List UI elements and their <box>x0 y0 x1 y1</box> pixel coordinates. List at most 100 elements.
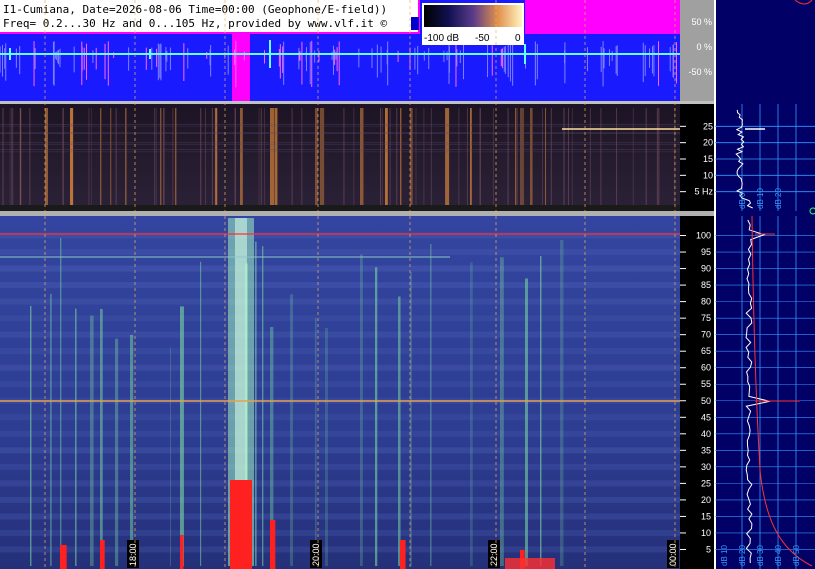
waveform-panel: I1-Cumiana, Date=2026-08-06 Time=00:00 (… <box>0 0 715 101</box>
elf-streak <box>315 108 318 205</box>
colorbar-label-max: 0 <box>515 33 521 44</box>
elf-streak-faint <box>632 108 634 205</box>
time-label: 22:00 <box>489 543 499 566</box>
elf-streak-faint <box>115 108 117 205</box>
vlf-streak <box>325 327 329 566</box>
elf-streak-faint <box>563 108 565 205</box>
elf-streak-faint <box>11 108 13 205</box>
elf-streak-faint <box>645 108 647 205</box>
vlf-streak <box>50 293 52 566</box>
vlf-ytick-label: 40 <box>701 429 711 439</box>
elf-streak-faint <box>430 108 432 205</box>
elf-streak <box>530 108 533 205</box>
time-label: 20:00 <box>311 543 321 566</box>
vlf-band <box>0 249 680 256</box>
panel-separator <box>0 211 715 216</box>
elf-streak <box>545 108 547 205</box>
side-panels: dB 0 dB 10 dB 20 dB 10 dB 20 dB 30 dB 40 dB 50 <box>714 0 815 569</box>
elf-streak <box>320 108 325 205</box>
time-label: 00:00 <box>668 543 678 566</box>
vlf-red-burst <box>180 535 184 569</box>
elf-bottom-strip <box>0 205 680 211</box>
elf-streak-faint <box>445 108 447 205</box>
vlf-streak <box>540 256 542 566</box>
elf-ytick-label: 25 <box>703 121 713 131</box>
vlf-streak <box>180 306 184 566</box>
vlf-streak <box>398 296 401 566</box>
elf-streak-faint <box>260 108 262 205</box>
vlf-ytick-label: 55 <box>701 379 711 389</box>
elf-streak-faint <box>163 108 165 205</box>
vlf-streak <box>360 254 363 567</box>
vlf-red-burst <box>230 480 252 569</box>
waveform-ytick-label: 50 % <box>691 17 712 27</box>
elf-streak-faint <box>343 108 345 205</box>
colorbar <box>424 5 522 27</box>
elf-streak-faint <box>389 108 391 205</box>
elf-streak-faint <box>19 108 21 205</box>
elf-streak-faint <box>571 108 573 205</box>
colorbar-label-mid: -50 <box>475 33 490 44</box>
elf-streak <box>385 108 388 205</box>
elf-streak-faint <box>550 108 552 205</box>
elf-streak-faint <box>12 108 14 205</box>
vlf-ytick-label: 30 <box>701 462 711 472</box>
elf-streak-faint <box>258 108 260 205</box>
elf-streak-faint <box>415 108 417 205</box>
elf-streak-faint <box>466 108 468 205</box>
vlf-red-burst <box>60 545 67 569</box>
elf-ytick-label: 15 <box>703 154 713 164</box>
elf-streak <box>175 108 177 205</box>
header-line-1: I1-Cumiana, Date=2026-08-06 Time=00:00 (… <box>3 3 387 16</box>
elf-streak <box>125 108 127 205</box>
vlf-streak <box>410 272 412 566</box>
vlf-red-burst <box>100 540 105 569</box>
vlf-streak <box>170 347 172 566</box>
vlf-side-xlabel: dB 30 <box>756 545 765 566</box>
vlf-streak <box>75 308 77 566</box>
elf-streak-faint <box>263 108 265 205</box>
vlf-ytick-label: 90 <box>701 264 711 274</box>
vlf-ytick-label: 70 <box>701 330 711 340</box>
elf-streak <box>515 108 517 205</box>
elf-streak-faint <box>423 108 425 205</box>
vlf-streak <box>130 334 134 566</box>
elf-streak-faint <box>29 108 31 205</box>
elf-streak-faint <box>520 108 522 205</box>
elf-streak-faint <box>507 108 509 205</box>
vlf-streak <box>100 308 103 566</box>
elf-streak-faint <box>234 108 236 205</box>
elf-streak <box>400 108 402 205</box>
vlf-ytick-label: 60 <box>701 363 711 373</box>
elf-streak-faint <box>658 108 660 205</box>
elf-streak-faint <box>62 108 64 205</box>
elf-streak-faint <box>205 108 207 205</box>
vlf-streak <box>470 262 473 566</box>
vlf-ytick-label: 20 <box>701 495 711 505</box>
elf-streak-faint <box>291 108 293 205</box>
vlf-streak <box>500 257 504 566</box>
vlf-ytick-label: 15 <box>701 511 711 521</box>
elf-streak-faint <box>9 108 11 205</box>
vlf-streak <box>430 244 432 566</box>
elf-streak-faint <box>458 108 460 205</box>
elf-side-xlabel: dB 0 <box>738 192 747 209</box>
vlf-streak <box>290 294 294 566</box>
vlf-side-xlabel: dB 20 <box>738 545 747 566</box>
elf-streak-faint <box>479 108 481 205</box>
elf-streak <box>520 108 525 205</box>
elf-streak-faint <box>172 108 174 205</box>
header-line-2: Freq= 0.2...30 Hz and 0...105 Hz, provid… <box>3 17 387 30</box>
vlf-side-xlabel: dB 50 <box>792 545 801 566</box>
panel-separator <box>0 101 715 104</box>
vlf-ytick-label: 75 <box>701 313 711 323</box>
elf-streak-faint <box>214 108 216 205</box>
vlf-streak <box>200 261 202 566</box>
elf-ytick-label: 10 <box>703 170 713 180</box>
colorbar-marker <box>411 17 419 30</box>
vlf-side-xlabel: dB 10 <box>720 545 729 566</box>
vlf-ytick-label: 80 <box>701 297 711 307</box>
elf-streak <box>70 108 74 205</box>
elf-streak-faint <box>353 108 355 205</box>
vlf-streak <box>315 317 317 566</box>
